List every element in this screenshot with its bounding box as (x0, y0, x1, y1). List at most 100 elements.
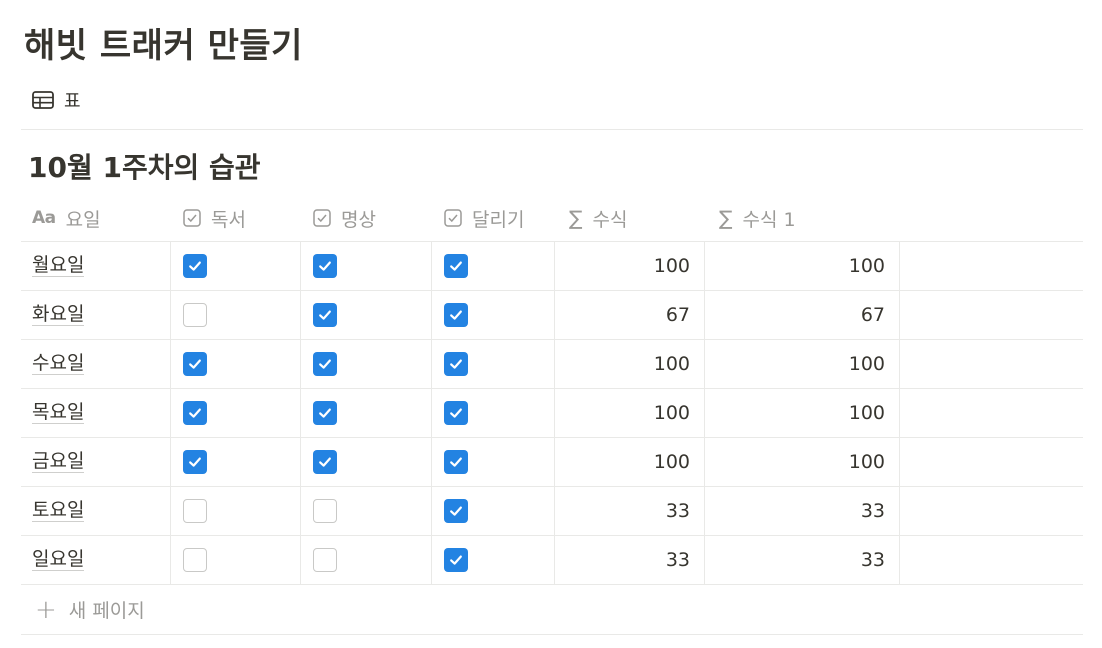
meditation-checkbox[interactable] (313, 303, 337, 327)
meditation-cell (301, 487, 432, 535)
reading-checkbox[interactable] (183, 548, 207, 572)
new-page-label: 새 페이지 (68, 600, 145, 622)
running-checkbox[interactable] (444, 352, 468, 376)
meditation-cell (301, 242, 432, 290)
day-cell[interactable]: 화요일 (21, 291, 171, 339)
formula-1-cell[interactable]: 100 (705, 389, 900, 437)
formula-1-cell[interactable]: 33 (705, 487, 900, 535)
checkbox-property-icon (183, 209, 201, 227)
day-name[interactable]: 토요일 (32, 499, 85, 523)
reading-cell (171, 487, 301, 535)
checkmark-icon (317, 258, 333, 274)
column-header-meditation[interactable]: 명상 (301, 195, 432, 241)
formula-cell[interactable]: 67 (555, 291, 705, 339)
column-header-running[interactable]: 달리기 (432, 195, 555, 241)
running-checkbox[interactable] (444, 499, 468, 523)
day-cell[interactable]: 목요일 (21, 389, 171, 437)
column-label: 명상 (341, 208, 376, 231)
meditation-cell (301, 340, 432, 388)
formula-cell[interactable]: 33 (555, 487, 705, 535)
table-row[interactable]: 목요일 100 100 (21, 389, 1083, 438)
running-checkbox[interactable] (444, 401, 468, 425)
reading-checkbox[interactable] (183, 352, 207, 376)
formula-1-cell[interactable]: 100 (705, 340, 900, 388)
day-cell[interactable]: 토요일 (21, 487, 171, 535)
day-name[interactable]: 화요일 (32, 303, 85, 327)
table-row[interactable]: 금요일 100 100 (21, 438, 1083, 487)
formula-cell[interactable]: 100 (555, 389, 705, 437)
row-spacer (900, 389, 1083, 437)
text-property-icon: Aa (32, 208, 56, 228)
meditation-checkbox[interactable] (313, 499, 337, 523)
day-name[interactable]: 수요일 (32, 352, 85, 376)
table-row[interactable]: 화요일 67 67 (21, 291, 1083, 340)
running-checkbox[interactable] (444, 450, 468, 474)
column-header-formula-1[interactable]: ∑ 수식 1 (705, 195, 900, 241)
day-name[interactable]: 목요일 (32, 401, 85, 425)
running-checkbox[interactable] (444, 303, 468, 327)
formula-1-cell[interactable]: 33 (705, 536, 900, 584)
checkmark-icon (448, 454, 464, 470)
running-cell (432, 536, 555, 584)
column-label: 수식 1 (742, 208, 796, 231)
reading-checkbox[interactable] (183, 303, 207, 327)
running-cell (432, 340, 555, 388)
day-name[interactable]: 월요일 (32, 254, 85, 278)
day-cell[interactable]: 일요일 (21, 536, 171, 584)
formula-cell[interactable]: 100 (555, 438, 705, 486)
running-cell (432, 438, 555, 486)
reading-checkbox[interactable] (183, 401, 207, 425)
row-spacer (900, 242, 1083, 290)
checkbox-property-icon (444, 209, 462, 227)
meditation-checkbox[interactable] (313, 548, 337, 572)
column-header-formula[interactable]: ∑ 수식 (555, 195, 705, 241)
formula-1-value: 33 (860, 549, 885, 571)
formula-value: 100 (653, 255, 690, 277)
plus-icon: + (35, 594, 57, 625)
checkmark-icon (448, 307, 464, 323)
checkmark-icon (187, 258, 203, 274)
formula-cell[interactable]: 100 (555, 340, 705, 388)
running-checkbox[interactable] (444, 548, 468, 572)
reading-checkbox[interactable] (183, 254, 207, 278)
column-label: 수식 (592, 208, 628, 231)
table-row[interactable]: 일요일 33 33 (21, 536, 1083, 585)
column-header-day[interactable]: Aa 요일 (21, 195, 171, 241)
formula-1-cell[interactable]: 100 (705, 242, 900, 290)
formula-cell[interactable]: 100 (555, 242, 705, 290)
column-label: 달리기 (472, 208, 525, 231)
day-name[interactable]: 일요일 (32, 548, 85, 572)
table-row[interactable]: 수요일 100 100 (21, 340, 1083, 389)
reading-checkbox[interactable] (183, 499, 207, 523)
database-title[interactable]: 10월 1주차의 습관 (28, 146, 261, 186)
running-cell (432, 487, 555, 535)
row-spacer (900, 438, 1083, 486)
formula-cell[interactable]: 33 (555, 536, 705, 584)
meditation-checkbox[interactable] (313, 352, 337, 376)
table-row[interactable]: 월요일 100 100 (21, 242, 1083, 291)
reading-checkbox[interactable] (183, 450, 207, 474)
table-row[interactable]: 토요일 33 33 (21, 487, 1083, 536)
reading-cell (171, 340, 301, 388)
meditation-cell (301, 536, 432, 584)
column-label: 독서 (211, 208, 246, 231)
checkmark-icon (187, 356, 203, 372)
page-title[interactable]: 해빗 트래커 만들기 (24, 18, 303, 67)
day-cell[interactable]: 월요일 (21, 242, 171, 290)
day-cell[interactable]: 수요일 (21, 340, 171, 388)
view-tab-table[interactable]: 표 (32, 84, 81, 116)
column-header-reading[interactable]: 독서 (171, 195, 301, 241)
meditation-checkbox[interactable] (313, 401, 337, 425)
meditation-cell (301, 438, 432, 486)
new-page-button[interactable]: + 새 페이지 (21, 585, 1083, 635)
day-name[interactable]: 금요일 (32, 450, 85, 474)
formula-value: 33 (665, 500, 690, 522)
formula-1-cell[interactable]: 67 (705, 291, 900, 339)
day-cell[interactable]: 금요일 (21, 438, 171, 486)
row-spacer (900, 340, 1083, 388)
meditation-checkbox[interactable] (313, 450, 337, 474)
formula-1-cell[interactable]: 100 (705, 438, 900, 486)
meditation-checkbox[interactable] (313, 254, 337, 278)
formula-1-value: 33 (860, 500, 885, 522)
running-checkbox[interactable] (444, 254, 468, 278)
